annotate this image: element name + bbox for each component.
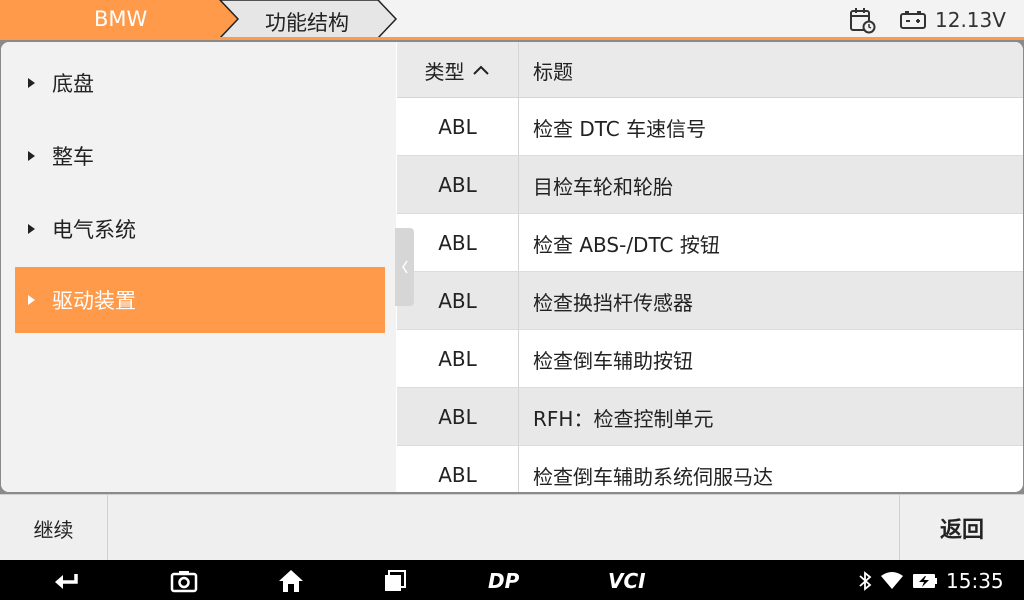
row-type: ABL xyxy=(397,214,519,271)
dp-shortcut[interactable]: DP xyxy=(488,569,519,593)
caret-right-icon xyxy=(28,295,35,305)
menu-item-vehicle[interactable]: 整车 xyxy=(15,123,385,189)
battery-charging-icon xyxy=(913,574,937,588)
row-title: 检查 ABS-/DTC 按钮 xyxy=(533,233,720,257)
menu-item-drivetrain[interactable]: 驱动装置 xyxy=(15,267,385,333)
breadcrumb-brand-label: BMW xyxy=(94,7,148,31)
row-type: ABL xyxy=(397,446,519,492)
row-type: ABL xyxy=(397,272,519,329)
main-panel: 类型 标题 ABL 检查 DTC 车速信号 ABL 目检车轮和轮胎 ABL 检查… xyxy=(0,40,1024,494)
battery-voltage: 12.13V xyxy=(935,8,1006,32)
table-row[interactable]: ABL 目检车轮和轮胎 xyxy=(397,156,1023,214)
row-title: 检查 DTC 车速信号 xyxy=(533,117,707,141)
menu-item-label: 整车 xyxy=(52,145,94,169)
row-title: RFH：检查控制单元 xyxy=(533,407,714,431)
category-menu: 底盘 整车 电气系统 驱动装置 xyxy=(1,42,396,492)
recent-apps-icon[interactable] xyxy=(382,568,408,594)
function-table: 类型 标题 ABL 检查 DTC 车速信号 ABL 目检车轮和轮胎 ABL 检查… xyxy=(397,42,1023,492)
back-button[interactable]: 返回 xyxy=(899,495,1024,561)
row-type: ABL xyxy=(397,98,519,155)
menu-item-electrical[interactable]: 电气系统 xyxy=(15,196,385,262)
menu-item-label: 电气系统 xyxy=(52,218,136,242)
row-type: ABL xyxy=(397,156,519,213)
sort-ascending-icon xyxy=(472,65,489,75)
action-bar: 继续 返回 xyxy=(0,494,1024,561)
main-panel-inner: 类型 标题 ABL 检查 DTC 车速信号 ABL 目检车轮和轮胎 ABL 检查… xyxy=(1,42,1023,492)
home-icon[interactable] xyxy=(277,568,305,594)
caret-right-icon xyxy=(28,78,35,88)
battery-icon xyxy=(900,11,926,29)
column-header-type[interactable]: 类型 xyxy=(397,42,519,98)
column-header-type-label: 类型 xyxy=(424,59,465,84)
system-clock: 15:35 xyxy=(946,569,1004,593)
breadcrumb-brand[interactable]: BMW xyxy=(0,0,240,38)
table-row[interactable]: ABL RFH：检查控制单元 xyxy=(397,388,1023,446)
collapse-menu-handle[interactable] xyxy=(395,228,414,306)
menu-item-label: 底盘 xyxy=(52,72,94,96)
bluetooth-icon xyxy=(859,571,872,591)
vci-shortcut[interactable]: VCI xyxy=(608,569,646,593)
calendar-clock-icon[interactable] xyxy=(848,6,876,34)
menu-item-chassis[interactable]: 底盘 xyxy=(15,50,385,116)
wifi-icon xyxy=(881,572,903,589)
camera-icon[interactable] xyxy=(170,569,198,593)
menu-item-label: 驱动装置 xyxy=(52,289,136,313)
row-title: 检查换挡杆传感器 xyxy=(533,291,693,315)
table-row[interactable]: ABL 检查 DTC 车速信号 xyxy=(397,98,1023,156)
system-nav-bar: DP VCI 15:35 xyxy=(0,560,1024,600)
row-title: 目检车轮和轮胎 xyxy=(533,175,673,199)
breadcrumb-section-label[interactable]: 功能结构 xyxy=(265,7,349,37)
column-header-title[interactable]: 标题 xyxy=(533,56,573,85)
back-arrow-icon[interactable] xyxy=(52,570,80,592)
row-title: 检查倒车辅助按钮 xyxy=(533,349,693,373)
continue-button[interactable]: 继续 xyxy=(0,495,108,561)
table-row[interactable]: ABL 检查倒车辅助系统伺服马达 xyxy=(397,446,1023,492)
table-row[interactable]: ABL 检查 ABS-/DTC 按钮 xyxy=(397,214,1023,272)
chevron-left-icon xyxy=(401,260,408,274)
top-bar: BMW 功能结构 12.13V xyxy=(0,0,1024,40)
table-row[interactable]: ABL 检查换挡杆传感器 xyxy=(397,272,1023,330)
table-header: 类型 标题 xyxy=(397,42,1023,98)
row-type: ABL xyxy=(397,388,519,445)
row-type: ABL xyxy=(397,330,519,387)
caret-right-icon xyxy=(28,151,35,161)
row-title: 检查倒车辅助系统伺服马达 xyxy=(533,465,773,489)
table-row[interactable]: ABL 检查倒车辅助按钮 xyxy=(397,330,1023,388)
caret-right-icon xyxy=(28,224,35,234)
